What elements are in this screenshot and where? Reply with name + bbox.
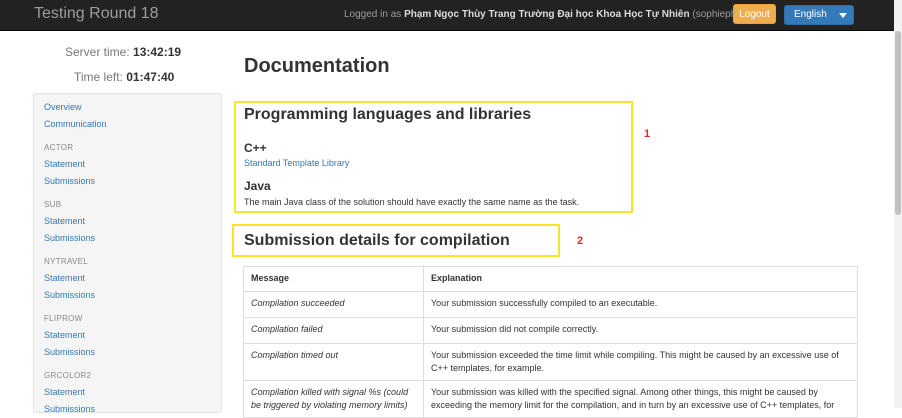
table-row: Compilation failed Your submission did n…: [243, 317, 858, 344]
sidebar-item-statement[interactable]: Statement: [44, 330, 85, 340]
language-value: English: [794, 9, 827, 20]
stl-link[interactable]: Standard Template Library: [244, 158, 349, 168]
sidebar-item-submissions[interactable]: Submissions: [44, 347, 95, 357]
language-select[interactable]: English: [784, 5, 854, 25]
sidebar-task-heading: GRCOLOR2: [44, 371, 92, 380]
message-cell: Compilation timed out: [243, 343, 424, 381]
table-row: Compilation succeeded Your submission su…: [243, 291, 858, 318]
login-info: Logged in as Phạm Ngọc Thùy Trang Trường…: [344, 8, 764, 21]
time-left-label: Time left:: [74, 70, 123, 84]
sidebar-item-submissions[interactable]: Submissions: [44, 233, 95, 243]
sidebar-item-statement[interactable]: Statement: [44, 387, 85, 397]
sidebar-item-submissions[interactable]: Submissions: [44, 176, 95, 186]
explanation-cell: Your submission was killed with the spec…: [423, 380, 858, 418]
server-time-value: 13:42:19: [133, 45, 182, 59]
logged-in-prefix: Logged in as: [344, 9, 405, 20]
column-header-explanation: Explanation: [423, 266, 858, 292]
sidebar-task-heading: ACTOR: [44, 143, 74, 152]
logout-button[interactable]: Logout: [733, 4, 776, 24]
explanation-cell: Your submission successfully compiled to…: [423, 291, 858, 318]
top-navbar: Testing Round 18 Logged in as Phạm Ngọc …: [0, 0, 894, 31]
table-row: Compilation killed with signal %s (could…: [243, 380, 858, 418]
user-full-name: Phạm Ngọc Thùy Trang Trường Đại học Khoa…: [404, 9, 690, 20]
sidebar-task-heading: SUB: [44, 200, 62, 209]
java-description: The main Java class of the solution shou…: [244, 197, 580, 207]
message-cell: Compilation failed: [243, 317, 424, 344]
server-time-label: Server time:: [65, 45, 130, 59]
annotation-number-1: 1: [644, 128, 651, 140]
sidebar-item-statement[interactable]: Statement: [44, 159, 85, 169]
chevron-down-icon: [839, 13, 847, 18]
contest-title[interactable]: Testing Round 18: [34, 4, 159, 24]
table-header-row: Message Explanation: [243, 266, 858, 292]
sidebar-item-submissions[interactable]: Submissions: [44, 404, 95, 414]
sidebar-item-statement[interactable]: Statement: [44, 216, 85, 226]
sidebar-item-submissions[interactable]: Submissions: [44, 290, 95, 300]
sidebar-item-communication[interactable]: Communication: [44, 119, 107, 129]
sidebar-item-statement[interactable]: Statement: [44, 273, 85, 283]
page-title: Documentation: [244, 55, 390, 77]
annotation-number-2: 2: [577, 235, 584, 247]
time-left: Time left: 01:47:40: [74, 70, 174, 84]
explanation-cell: Your submission exceeded the time limit …: [423, 343, 858, 381]
page-scrollbar[interactable]: [894, 0, 902, 408]
explanation-cell: Your submission did not compile correctl…: [423, 317, 858, 344]
sidebar-task-heading: FLIPROW: [44, 314, 83, 323]
sidebar-item-overview[interactable]: Overview: [44, 102, 82, 112]
java-heading: Java: [244, 179, 271, 193]
cpp-heading: C++: [244, 141, 267, 155]
scrollbar-thumb[interactable]: [895, 31, 901, 215]
section-heading-compilation: Submission details for compilation: [244, 232, 510, 249]
compilation-messages-table: Message Explanation Compilation succeede…: [243, 266, 858, 418]
sidebar-task-heading: NYTRAVEL: [44, 257, 89, 266]
server-time: Server time: 13:42:19: [65, 45, 181, 59]
time-left-value: 01:47:40: [126, 70, 175, 84]
message-cell: Compilation succeeded: [243, 291, 424, 318]
sidebar-nav: Overview Communication ACTOR Statement S…: [33, 93, 222, 414]
column-header-message: Message: [243, 266, 424, 292]
message-cell: Compilation killed with signal %s (could…: [243, 380, 424, 418]
table-row: Compilation timed out Your submission ex…: [243, 343, 858, 381]
section-heading-languages: Programming languages and libraries: [244, 106, 532, 123]
